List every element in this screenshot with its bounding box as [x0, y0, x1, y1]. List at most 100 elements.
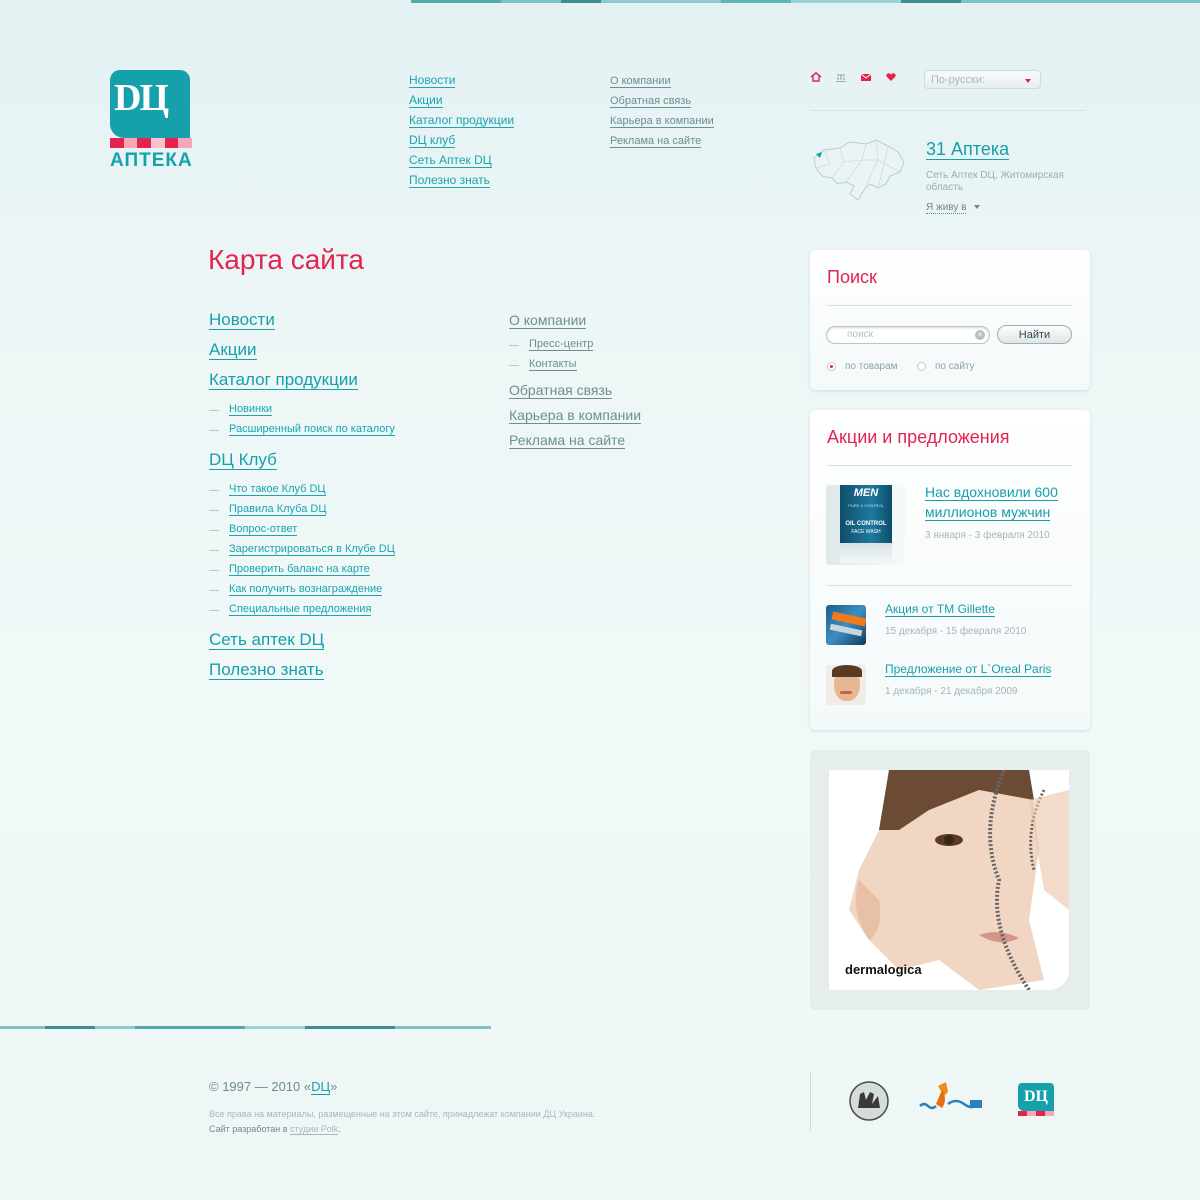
sitemap-promos[interactable]: Акции	[209, 340, 257, 360]
dev-prefix: Сайт разработан в	[209, 1124, 291, 1134]
top-nav-promos[interactable]: Акции	[409, 93, 443, 108]
sitemap-useful[interactable]: Полезно знать	[209, 660, 324, 680]
divider	[810, 110, 1086, 111]
mid-stripe	[0, 1026, 491, 1029]
copyright-link[interactable]: DЦ	[311, 1079, 331, 1095]
top-nav-company: О компании Обратная связь Карьера в комп…	[610, 71, 714, 151]
offer-image-loreal[interactable]	[826, 665, 866, 705]
sitemap-promos-wrap: Акции	[209, 340, 257, 360]
sitemap-news-wrap: Новости	[209, 310, 275, 330]
rights-text: Все права на материалы, размещенные на э…	[209, 1109, 596, 1119]
heart-icon[interactable]	[885, 72, 897, 82]
copyright-suffix: »	[330, 1079, 338, 1094]
top-nav-useful[interactable]: Полезно знать	[409, 173, 490, 188]
sitemap-club-rules[interactable]: Правила Клуба DЦ	[229, 503, 327, 516]
logo-bars	[110, 138, 193, 148]
top-nav-network[interactable]: Сеть Аптек DЦ	[409, 153, 492, 168]
city-subtitle: Сеть Аптек DЦ, Житомирская область	[926, 170, 1064, 193]
sitemap-feedback[interactable]: Обратная связь	[509, 382, 613, 399]
sitemap-about[interactable]: О компании	[509, 312, 587, 329]
top-nav-catalog[interactable]: Каталог продукции	[409, 113, 515, 128]
search-title: Поиск	[827, 267, 877, 287]
logo[interactable]: DЦ АПТЕКА	[110, 70, 193, 172]
radio-site-label: по сайту	[935, 361, 975, 372]
sitemap-network[interactable]: Сеть аптек DЦ	[209, 630, 325, 650]
sitemap-news[interactable]: Новости	[209, 310, 275, 330]
offer-date-2: 15 декабря - 15 февраля 2010	[885, 626, 1027, 637]
offer-title-3[interactable]: Предложение от L`Oreal Paris	[885, 662, 1052, 677]
divider	[827, 305, 1072, 306]
sitemap-catalog[interactable]: Каталог продукции	[209, 370, 358, 390]
page-title: Карта сайта	[208, 244, 364, 275]
city-selector[interactable]: Я живу в	[926, 202, 981, 214]
sitemap-club[interactable]: DЦ Клуб	[209, 450, 277, 470]
dash	[209, 490, 219, 491]
offer-date-3: 1 декабря - 21 декабря 2009	[885, 686, 1018, 697]
partner-logo-3[interactable]: DЦ	[1018, 1083, 1054, 1117]
sitemap-ads[interactable]: Реклама на сайте	[509, 432, 626, 449]
search-input[interactable]: поиск ×	[826, 326, 990, 344]
offer-image-gillette[interactable]	[826, 605, 866, 645]
logo-mark: DЦ	[110, 70, 190, 138]
sitemap-catalog-new[interactable]: Новинки	[229, 403, 273, 416]
city-selector-label: Я живу в	[926, 202, 967, 214]
home-icon[interactable]	[810, 72, 822, 82]
sitemap-club-what[interactable]: Что такое Клуб DЦ	[229, 483, 326, 496]
studio-link[interactable]: студии Polk	[290, 1124, 339, 1135]
divider	[827, 465, 1072, 466]
offer-image-men[interactable]: MEN PURE & CONTROL OIL CONTROL FACE WASH	[826, 485, 906, 565]
sitemap-press[interactable]: Пресс-центр	[529, 338, 594, 351]
top-nav-about[interactable]: О компании	[610, 75, 671, 88]
sitemap-career[interactable]: Карьера в компании	[509, 407, 642, 424]
partner-logo-1-icon[interactable]	[848, 1080, 890, 1122]
sitemap-catalog-search[interactable]: Расширенный поиск по каталогу	[229, 423, 395, 436]
offer-title-2[interactable]: Акция от ТМ Gillette	[885, 602, 995, 617]
top-nav-feedback[interactable]: Обратная связь	[610, 95, 692, 108]
footer-rights: Все права на материалы, размещенные на э…	[209, 1107, 595, 1137]
radio-site[interactable]	[917, 362, 926, 371]
offer-date-1: 3 января - 3 февраля 2010	[925, 530, 1050, 541]
top-nav-club[interactable]: DЦ клуб	[409, 133, 456, 148]
top-nav-career[interactable]: Карьера в компании	[610, 115, 714, 128]
clear-icon[interactable]: ×	[975, 330, 985, 340]
dash	[509, 365, 519, 366]
partner-logo-3-bars	[1018, 1111, 1054, 1116]
dash	[209, 590, 219, 591]
mail-icon[interactable]	[860, 72, 872, 82]
offer-title-2-wrap: Акция от ТМ Gillette	[885, 602, 995, 617]
top-stripe	[411, 0, 1200, 3]
offer-title-1[interactable]: Нас вдохновили 600 миллионов мужчин	[925, 484, 1058, 521]
partner-logo-3-mark: DЦ	[1018, 1083, 1054, 1111]
dash	[209, 430, 219, 431]
top-nav-news[interactable]: Новости	[409, 73, 456, 88]
sitemap-club-reward[interactable]: Как получить вознаграждение	[229, 583, 383, 596]
banner-ad[interactable]: dermalogica	[829, 770, 1069, 990]
copyright-prefix: © 1997 — 2010 «	[209, 1079, 312, 1094]
city-title[interactable]: 31 Аптека	[926, 139, 1010, 160]
sitemap-catalog-wrap: Каталог продукции	[209, 370, 358, 390]
dash	[209, 530, 219, 531]
city-title-wrap: 31 Аптека	[926, 139, 1010, 160]
footer-divider	[810, 1072, 811, 1130]
chevron-down-icon	[974, 205, 981, 210]
sitemap-club-register[interactable]: Зарегистрироваться в Клубе DЦ	[229, 543, 395, 556]
search-button[interactable]: Найти	[997, 325, 1072, 344]
partner-logo-2-icon[interactable]	[918, 1082, 984, 1116]
logo-text: АПТЕКА	[110, 150, 193, 171]
radio-goods[interactable]	[827, 362, 836, 371]
language-select-value: По-русски:	[931, 74, 986, 86]
top-nav-ads[interactable]: Реклама на сайте	[610, 135, 702, 148]
sitemap-contacts[interactable]: Контакты	[529, 358, 577, 371]
dash	[209, 570, 219, 571]
ukraine-map-icon[interactable]	[810, 138, 906, 204]
language-select[interactable]: По-русски:	[924, 70, 1041, 89]
divider	[827, 585, 1072, 586]
dev-line: Сайт разработан в студии Polk.	[209, 1122, 595, 1137]
sitemap-icon[interactable]	[835, 72, 847, 82]
sitemap-club-special[interactable]: Специальные предложения	[229, 603, 372, 616]
banner-face-image	[849, 770, 1069, 990]
dash	[209, 610, 219, 611]
top-nav-main: Новости Акции Каталог продукции DЦ клуб …	[409, 70, 515, 190]
sitemap-club-balance[interactable]: Проверить баланс на карте	[229, 563, 370, 576]
sitemap-club-faq[interactable]: Вопрос-ответ	[229, 523, 298, 536]
